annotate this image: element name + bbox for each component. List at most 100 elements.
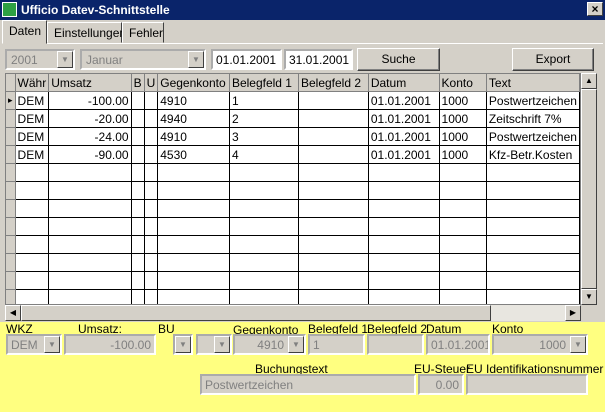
cell-belegfeld1[interactable]: 4 <box>229 145 299 164</box>
cell-b[interactable] <box>131 109 145 128</box>
cell-belegfeld2[interactable] <box>298 127 369 146</box>
cell-konto[interactable]: 1000 <box>439 145 487 164</box>
horizontal-scroll-thumb[interactable] <box>21 305 491 321</box>
tab-fehler[interactable]: Fehler <box>122 22 164 43</box>
belegfeld1-field[interactable]: 1 <box>308 334 365 355</box>
scroll-up-icon[interactable]: ▲ <box>581 73 597 89</box>
cell-umsatz[interactable]: -100.00 <box>48 91 132 110</box>
eu-steuer-field[interactable]: 0.00 <box>418 374 464 395</box>
cell-belegfeld2[interactable] <box>298 145 369 164</box>
vertical-scrollbar[interactable]: ▲ ▼ <box>581 73 597 305</box>
belegfeld2-field[interactable] <box>367 334 424 355</box>
cell-text[interactable]: Postwertzeichen <box>486 91 580 110</box>
cell-gegenkonto[interactable]: 4910 <box>157 91 230 110</box>
cell-u[interactable] <box>144 109 159 128</box>
col-header-konto[interactable]: Konto <box>439 74 487 92</box>
cell-datum[interactable]: 01.01.2001 <box>368 91 440 110</box>
umsatz-field[interactable]: -100.00 <box>64 334 156 355</box>
cell-belegfeld1[interactable]: 2 <box>229 109 299 128</box>
chevron-down-icon[interactable]: ▼ <box>288 336 304 353</box>
cell-datum[interactable]: 01.01.2001 <box>368 109 440 128</box>
empty-row[interactable] <box>6 289 580 304</box>
cell-waehr[interactable]: DEM <box>15 127 50 146</box>
wkz-select[interactable]: DEM ▼ <box>6 334 62 355</box>
cell-gegenkonto[interactable]: 4940 <box>157 109 230 128</box>
tab-einstellungen[interactable]: Einstellungen <box>47 22 126 43</box>
empty-row[interactable] <box>6 199 580 218</box>
cell-waehr[interactable]: DEM <box>15 145 50 164</box>
col-header-belegfeld2[interactable]: Belegfeld 2 <box>298 74 369 92</box>
eu-id-field[interactable] <box>466 374 588 395</box>
chevron-down-icon[interactable]: ▼ <box>175 336 191 353</box>
data-grid[interactable]: Währ Umsatz B U Gegenkonto Belegfeld 1 B… <box>5 73 581 305</box>
cell-konto[interactable]: 1000 <box>439 91 487 110</box>
col-header-belegfeld1[interactable]: Belegfeld 1 <box>229 74 299 92</box>
cell-b[interactable] <box>131 127 145 146</box>
cell-datum[interactable]: 01.01.2001 <box>368 145 440 164</box>
konto-select[interactable]: 1000 ▼ <box>492 334 588 355</box>
datum-field[interactable]: 01.01.2001 <box>426 334 490 355</box>
table-row[interactable]: DEM -90.00 4530 4 01.01.2001 1000 Kfz-Be… <box>6 145 580 164</box>
gegenkonto-select[interactable]: 4910 ▼ <box>233 334 306 355</box>
chevron-down-icon[interactable]: ▼ <box>214 336 230 353</box>
col-header-datum[interactable]: Datum <box>368 74 440 92</box>
cell-gegenkonto[interactable]: 4530 <box>157 145 230 164</box>
cell-text[interactable]: Postwertzeichen <box>486 127 580 146</box>
scroll-down-icon[interactable]: ▼ <box>581 289 597 305</box>
tab-daten[interactable]: Daten <box>2 20 47 44</box>
year-select[interactable]: 2001 ▼ <box>5 49 75 70</box>
vertical-scroll-thumb[interactable] <box>581 89 597 289</box>
cell-umsatz[interactable]: -90.00 <box>48 145 132 164</box>
cell-umsatz[interactable]: -24.00 <box>48 127 132 146</box>
col-header-gegenkonto[interactable]: Gegenkonto <box>157 74 230 92</box>
cell-belegfeld1[interactable]: 3 <box>229 127 299 146</box>
cell-belegfeld2[interactable] <box>298 109 369 128</box>
cell-waehr[interactable]: DEM <box>15 91 50 110</box>
export-button[interactable]: Export <box>512 48 594 71</box>
scroll-right-icon[interactable]: ▶ <box>565 305 581 321</box>
scroll-left-icon[interactable]: ◀ <box>5 305 21 321</box>
cell-umsatz[interactable]: -20.00 <box>48 109 132 128</box>
empty-row[interactable] <box>6 181 580 200</box>
date-from-field[interactable]: 01.01.2001 <box>211 49 282 70</box>
table-row[interactable]: ▸ DEM -100.00 4910 1 01.01.2001 1000 Pos… <box>6 91 580 110</box>
empty-row[interactable] <box>6 271 580 290</box>
cell-konto[interactable]: 1000 <box>439 127 487 146</box>
horizontal-scrollbar[interactable]: ◀ ▶ <box>5 305 581 321</box>
cell-u[interactable] <box>144 145 159 164</box>
table-row[interactable]: DEM -20.00 4940 2 01.01.2001 1000 Zeitsc… <box>6 109 580 128</box>
month-select[interactable]: Januar ▼ <box>80 49 206 70</box>
empty-row[interactable] <box>6 217 580 236</box>
cell-datum[interactable]: 01.01.2001 <box>368 127 440 146</box>
cell-gegenkonto[interactable]: 4910 <box>157 127 230 146</box>
close-button[interactable]: × <box>587 2 603 16</box>
cell-waehr[interactable]: DEM <box>15 109 50 128</box>
empty-row[interactable] <box>6 253 580 272</box>
cell-belegfeld2[interactable] <box>298 91 369 110</box>
bu-select-1[interactable]: ▼ <box>173 334 193 355</box>
col-header-umsatz[interactable]: Umsatz <box>48 74 132 92</box>
cell-u[interactable] <box>144 127 159 146</box>
col-header-waehr[interactable]: Währ <box>15 74 50 92</box>
col-header-b[interactable]: B <box>131 74 145 92</box>
col-header-u[interactable]: U <box>144 74 159 92</box>
chevron-down-icon[interactable]: ▼ <box>44 336 60 353</box>
empty-row[interactable] <box>6 235 580 254</box>
cell-b[interactable] <box>131 145 145 164</box>
cell-konto[interactable]: 1000 <box>439 109 487 128</box>
cell-text[interactable]: Kfz-Betr.Kosten <box>486 145 580 164</box>
cell-b[interactable] <box>131 91 145 110</box>
chevron-down-icon[interactable]: ▼ <box>188 51 204 68</box>
cell-belegfeld1[interactable]: 1 <box>229 91 299 110</box>
search-button[interactable]: Suche <box>357 48 440 71</box>
bu-select-2[interactable]: ▼ <box>196 334 232 355</box>
chevron-down-icon[interactable]: ▼ <box>57 51 73 68</box>
cell-text[interactable]: Zeitschrift 7% <box>486 109 580 128</box>
col-header-text[interactable]: Text <box>486 74 580 92</box>
cell-u[interactable] <box>144 91 159 110</box>
chevron-down-icon[interactable]: ▼ <box>570 336 586 353</box>
table-row[interactable]: DEM -24.00 4910 3 01.01.2001 1000 Postwe… <box>6 127 580 146</box>
date-to-field[interactable]: 31.01.2001 <box>284 49 353 70</box>
empty-row[interactable] <box>6 163 580 182</box>
buchungstext-field[interactable]: Postwertzeichen <box>200 374 416 395</box>
